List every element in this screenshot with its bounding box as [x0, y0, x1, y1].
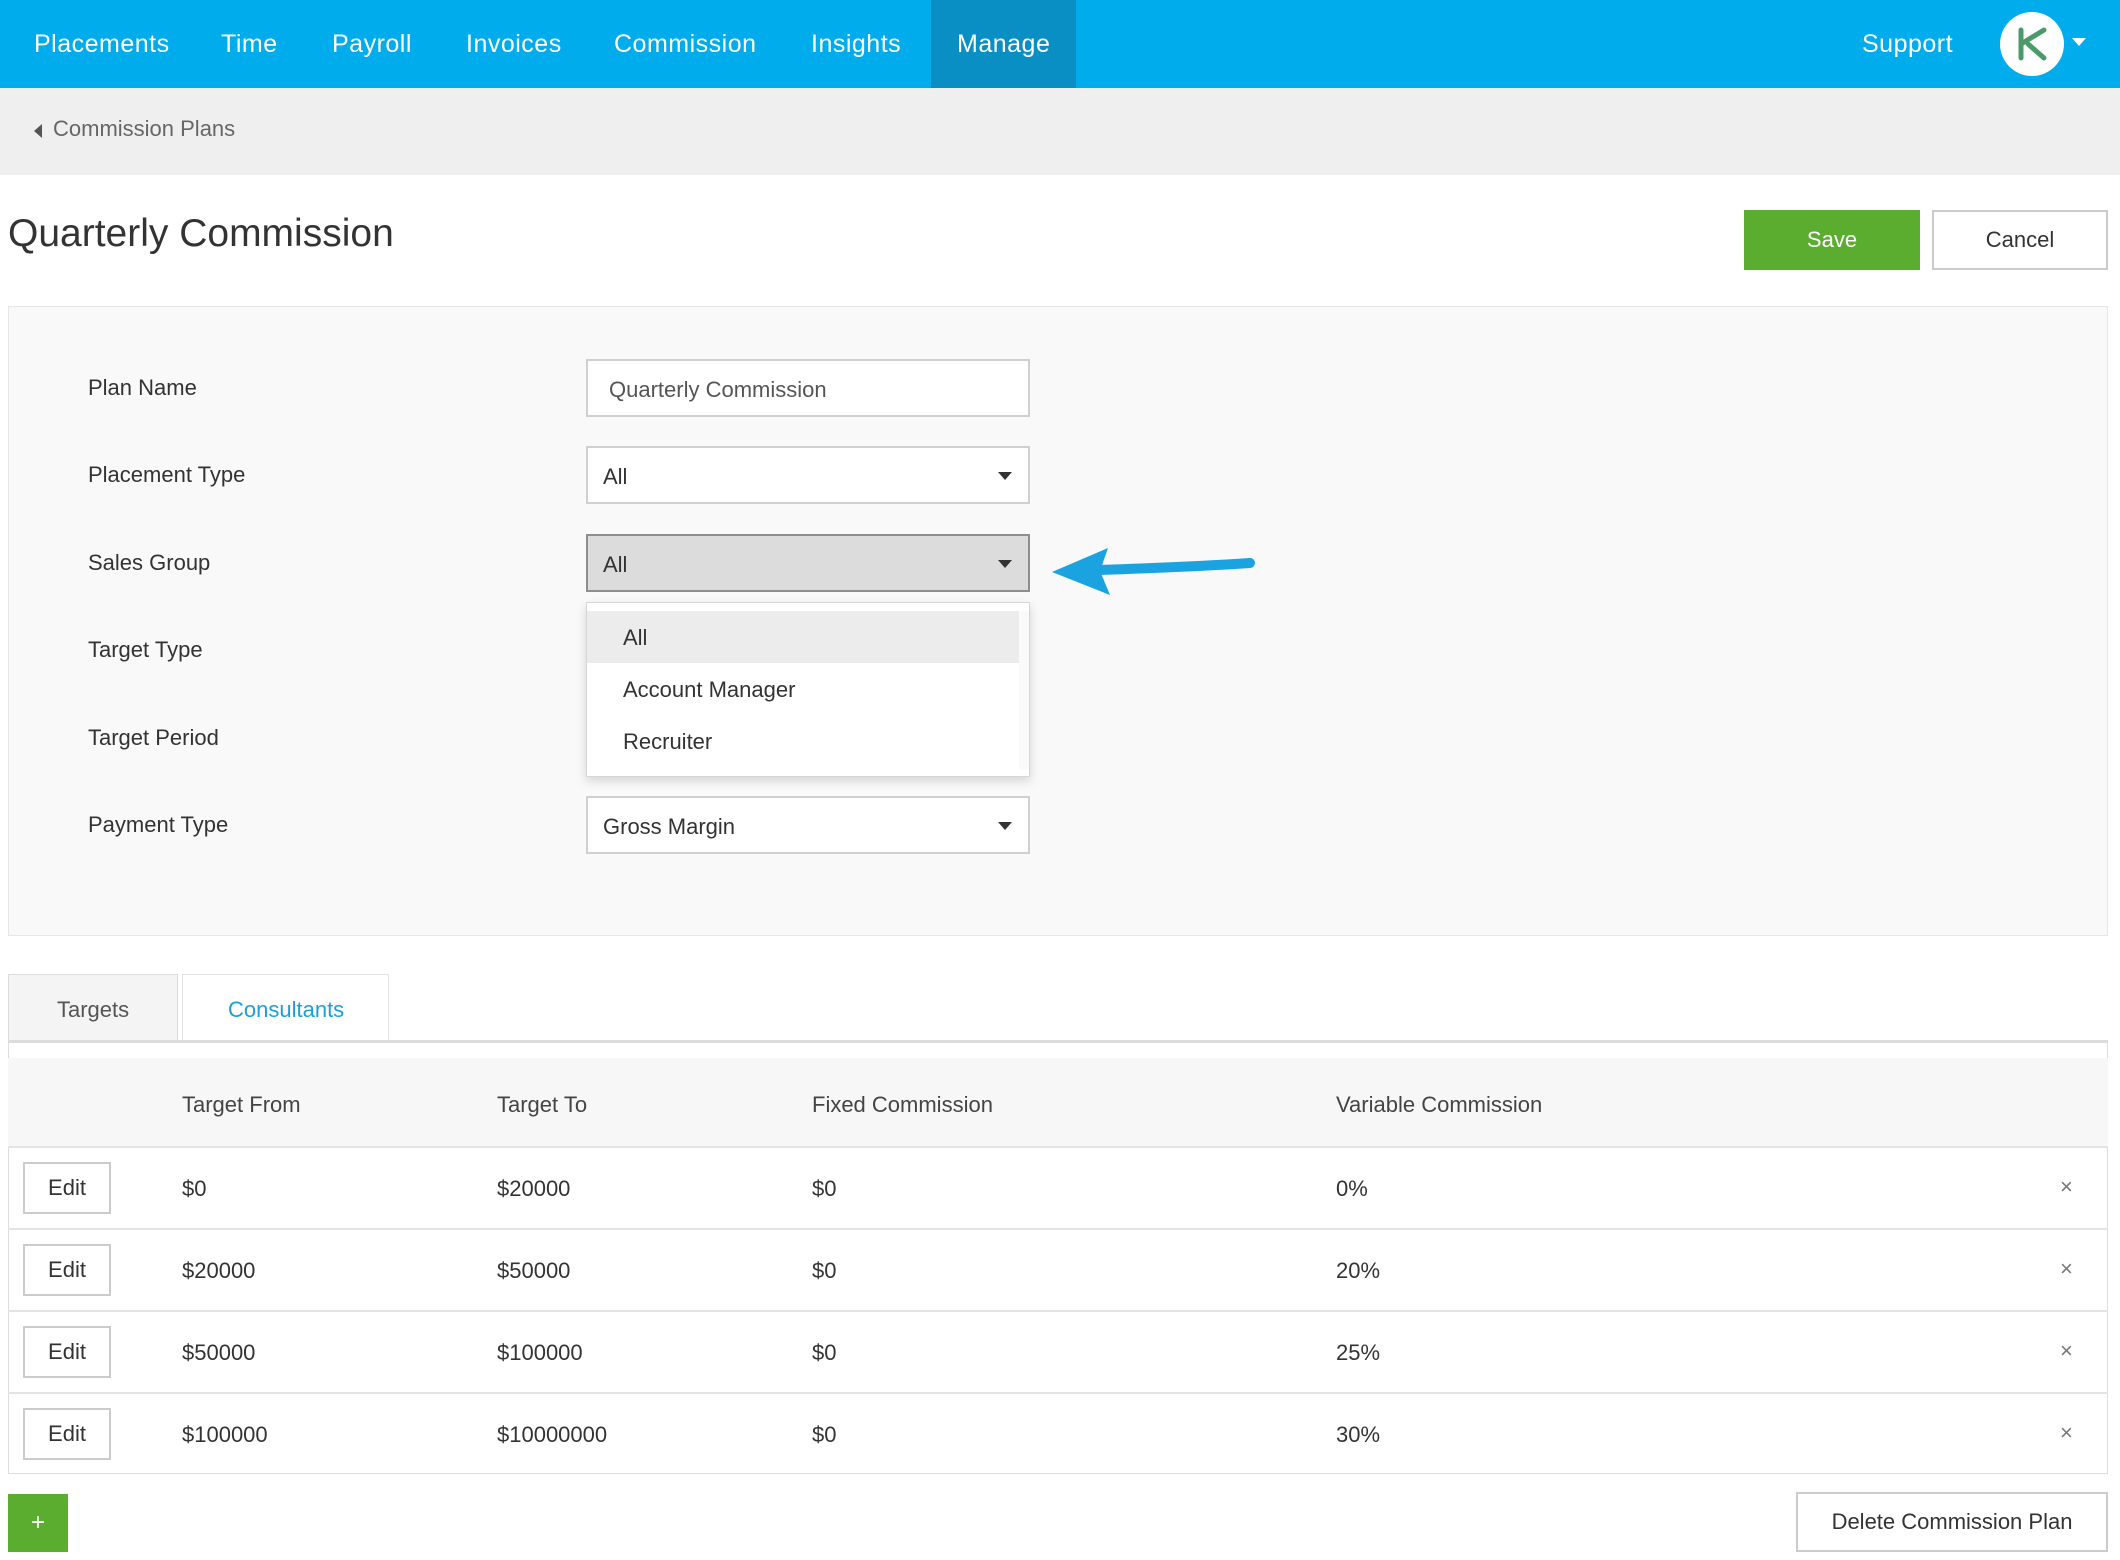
payment-type-value: Gross Margin — [603, 814, 736, 839]
cell-variable-commission: 20% — [1336, 1258, 1381, 1283]
plan-name-value: Quarterly Commission — [609, 377, 827, 402]
table-divider — [8, 1146, 2108, 1148]
header-target-from: Target From — [182, 1092, 301, 1117]
caret-left-icon[interactable] — [34, 124, 42, 138]
nav-payroll[interactable]: Payroll — [332, 0, 412, 88]
page-title: Quarterly Commission — [8, 212, 394, 255]
caret-down-icon[interactable] — [2072, 38, 2086, 46]
nav-placements[interactable]: Placements — [34, 0, 170, 88]
edit-row-button[interactable]: Edit — [23, 1162, 111, 1214]
sales-group-select[interactable]: All — [586, 534, 1030, 592]
caret-down-icon — [998, 560, 1012, 568]
nav-commission[interactable]: Commission — [614, 0, 757, 88]
edit-row-button[interactable]: Edit — [23, 1244, 111, 1296]
cell-variable-commission: 25% — [1336, 1340, 1381, 1365]
tab-targets[interactable]: Targets — [8, 974, 178, 1042]
sales-group-dropdown-menu: All Account Manager Recruiter — [586, 602, 1030, 777]
edit-row-button[interactable]: Edit — [23, 1408, 111, 1460]
cell-target-to: $20000 — [497, 1176, 571, 1201]
tab-consultants[interactable]: Consultants — [182, 974, 389, 1042]
nav-insights[interactable]: Insights — [811, 0, 901, 88]
nav-manage-label: Manage — [957, 30, 1051, 58]
annotation-arrow-icon — [1052, 548, 1255, 595]
remove-row-icon[interactable]: × — [2060, 1174, 2073, 1200]
top-navigation: Placements Time Payroll Invoices Commiss… — [0, 0, 2120, 88]
nav-time[interactable]: Time — [221, 0, 278, 88]
delete-commission-plan-button[interactable]: Delete Commission Plan — [1796, 1492, 2108, 1552]
cancel-button[interactable]: Cancel — [1932, 210, 2108, 270]
target-period-label: Target Period — [88, 725, 219, 750]
nav-manage[interactable]: Manage — [931, 0, 1076, 88]
cell-variable-commission: 0% — [1336, 1176, 1368, 1201]
cell-fixed-commission: $0 — [812, 1422, 837, 1447]
cell-target-from: $0 — [182, 1176, 207, 1201]
header-fixed-commission: Fixed Commission — [812, 1092, 993, 1117]
cell-target-to: $50000 — [497, 1258, 571, 1283]
kelsi-logo-icon — [2018, 27, 2047, 61]
cell-target-to: $10000000 — [497, 1422, 608, 1447]
cell-target-from: $20000 — [182, 1258, 256, 1283]
table-divider — [8, 1392, 2108, 1394]
caret-down-icon — [998, 472, 1012, 480]
target-type-label: Target Type — [88, 637, 203, 662]
sales-group-label: Sales Group — [88, 550, 211, 575]
breadcrumb-bar — [0, 88, 2120, 175]
remove-row-icon[interactable]: × — [2060, 1338, 2073, 1364]
add-target-button[interactable]: + — [8, 1494, 68, 1552]
table-divider — [8, 1228, 2108, 1230]
nav-support[interactable]: Support — [1862, 0, 1953, 88]
placement-type-select[interactable]: All — [586, 446, 1030, 504]
remove-row-icon[interactable]: × — [2060, 1256, 2073, 1282]
user-avatar[interactable] — [2000, 12, 2064, 76]
save-button[interactable]: Save — [1744, 210, 1920, 270]
payment-type-select[interactable]: Gross Margin — [586, 796, 1030, 854]
remove-row-icon[interactable]: × — [2060, 1420, 2073, 1446]
targets-table-header — [8, 1058, 2108, 1146]
cell-variable-commission: 30% — [1336, 1422, 1381, 1447]
plan-name-input[interactable]: Quarterly Commission — [586, 359, 1030, 417]
sales-group-option-account-manager[interactable]: Account Manager — [587, 663, 1019, 715]
cell-fixed-commission: $0 — [812, 1340, 837, 1365]
cell-target-from: $50000 — [182, 1340, 256, 1365]
payment-type-label: Payment Type — [88, 812, 229, 837]
table-divider — [8, 1310, 2108, 1312]
cell-fixed-commission: $0 — [812, 1258, 837, 1283]
header-variable-commission: Variable Commission — [1336, 1092, 1543, 1117]
cell-target-from: $100000 — [182, 1422, 268, 1447]
sales-group-value: All — [603, 552, 628, 577]
header-target-to: Target To — [497, 1092, 588, 1117]
sales-group-option-all[interactable]: All — [587, 611, 1019, 663]
plan-name-label: Plan Name — [88, 375, 197, 400]
edit-row-button[interactable]: Edit — [23, 1326, 111, 1378]
cell-fixed-commission: $0 — [812, 1176, 837, 1201]
placement-type-value: All — [603, 464, 628, 489]
breadcrumb-commission-plans[interactable]: Commission Plans — [53, 116, 235, 142]
nav-invoices[interactable]: Invoices — [466, 0, 562, 88]
caret-down-icon — [998, 822, 1012, 830]
sales-group-option-recruiter[interactable]: Recruiter — [587, 715, 1019, 767]
dropdown-scrollbar[interactable] — [1019, 611, 1029, 769]
placement-type-label: Placement Type — [88, 462, 246, 487]
plan-form-panel — [8, 306, 2108, 936]
cell-target-to: $100000 — [497, 1340, 583, 1365]
